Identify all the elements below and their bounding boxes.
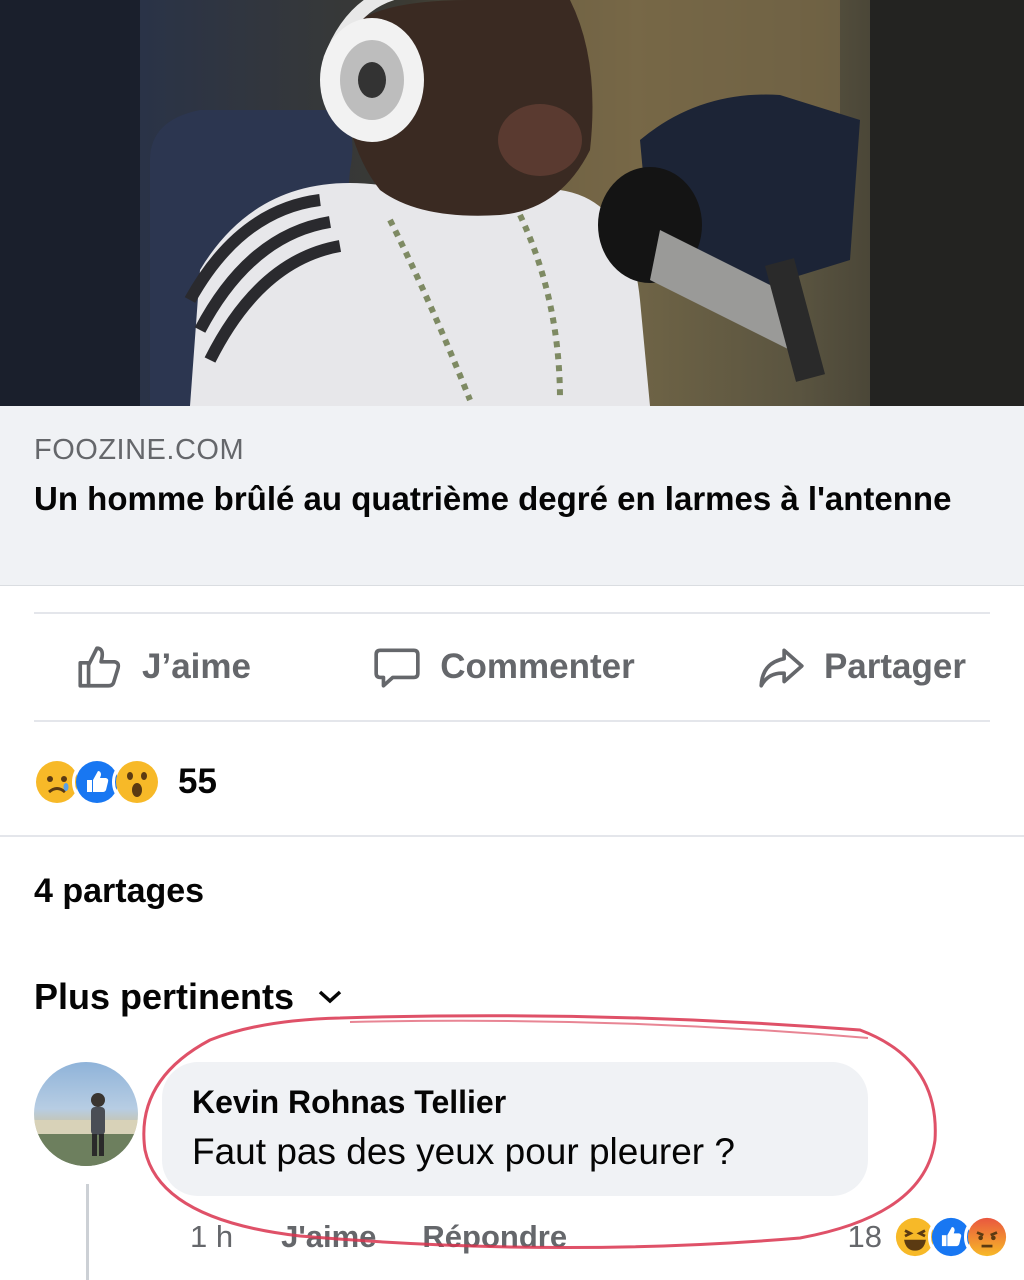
- like-button-label: J’aime: [142, 647, 251, 686]
- angry-emoji-icon: [964, 1214, 1010, 1260]
- avatar[interactable]: [34, 1062, 138, 1166]
- comment-text: Faut pas des yeux pour pleurer ?: [192, 1131, 735, 1172]
- wow-emoji-icon: [112, 757, 162, 807]
- comment-button[interactable]: Commenter: [372, 642, 635, 692]
- studio-photo: [0, 0, 1024, 406]
- share-arrow-icon: [759, 648, 804, 688]
- reaction-summary[interactable]: 55: [32, 752, 217, 812]
- comment-button-label: Commenter: [440, 647, 635, 686]
- avatar-photo: [34, 1093, 138, 1166]
- chevron-down-icon: [318, 990, 342, 1004]
- sort-label: Plus pertinents: [34, 976, 295, 1017]
- like-button[interactable]: J’aime: [74, 642, 251, 692]
- link-preview-image[interactable]: [0, 0, 1024, 406]
- post-action-bar: J’aime Commenter Partager: [34, 612, 990, 722]
- share-button-label: Partager: [823, 647, 966, 686]
- comment-reaction-count[interactable]: 18: [848, 1219, 882, 1255]
- thread-line: [86, 1184, 89, 1280]
- comment-meta: 1 h J'aime Répondre 18: [190, 1212, 1010, 1262]
- link-domain: FOOZINE.COM: [34, 434, 245, 466]
- comment-sort-dropdown[interactable]: Plus pertinents: [34, 976, 344, 1018]
- comment-like-button[interactable]: J'aime: [281, 1219, 376, 1255]
- link-title: Un homme brûlé au quatrième degré en lar…: [34, 480, 952, 517]
- divider: [0, 835, 1024, 837]
- link-caption[interactable]: FOOZINE.COM Un homme brûlé au quatrième …: [0, 406, 1024, 586]
- reaction-count: 55: [178, 762, 217, 801]
- comment-author[interactable]: Kevin Rohnas Tellier: [192, 1084, 838, 1121]
- shares-count[interactable]: 4 partages: [34, 872, 204, 911]
- share-button[interactable]: Partager: [756, 642, 966, 692]
- comment-bubble-icon: [374, 648, 420, 688]
- comment-reactions[interactable]: [892, 1214, 1010, 1260]
- comment-bubble[interactable]: Kevin Rohnas Tellier Faut pas des yeux p…: [162, 1062, 868, 1196]
- thumbs-up-icon: [78, 646, 121, 688]
- comment-time[interactable]: 1 h: [190, 1219, 233, 1255]
- comment-reply-button[interactable]: Répondre: [422, 1219, 567, 1255]
